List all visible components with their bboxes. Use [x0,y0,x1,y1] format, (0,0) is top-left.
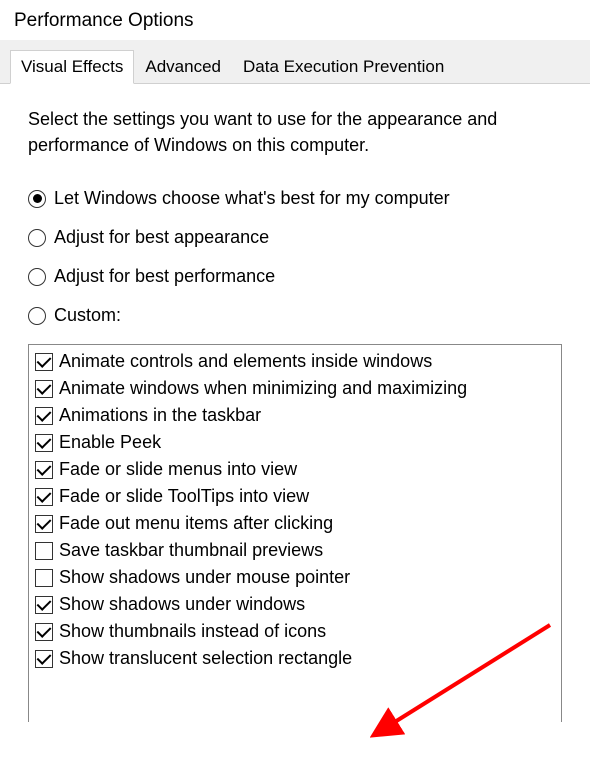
radio-label: Adjust for best appearance [54,227,269,248]
radio-best-appearance[interactable]: Adjust for best appearance [28,227,562,248]
tab-label: Advanced [145,57,221,76]
checkbox-icon [35,596,53,614]
checkbox-label: Fade or slide ToolTips into view [59,486,309,507]
checkbox-label: Show translucent selection rectangle [59,648,352,669]
tab-content: Select the settings you want to use for … [0,84,590,722]
checkbox-label: Animate controls and elements inside win… [59,351,432,372]
checkbox-fade-menus[interactable]: Fade or slide menus into view [35,459,557,480]
checkbox-label: Show shadows under mouse pointer [59,567,350,588]
checkbox-label: Animate windows when minimizing and maxi… [59,378,467,399]
checkbox-label: Fade out menu items after clicking [59,513,333,534]
checkbox-show-thumbnails[interactable]: Show thumbnails instead of icons [35,621,557,642]
checkbox-icon [35,515,53,533]
radio-label: Let Windows choose what's best for my co… [54,188,450,209]
settings-description: Select the settings you want to use for … [28,106,562,158]
checkbox-icon [35,650,53,668]
radio-best-performance[interactable]: Adjust for best performance [28,266,562,287]
radio-custom[interactable]: Custom: [28,305,562,326]
radio-icon [28,307,46,325]
checkbox-animations-taskbar[interactable]: Animations in the taskbar [35,405,557,426]
radio-icon [28,229,46,247]
checkbox-icon [35,542,53,560]
checkbox-translucent-selection[interactable]: Show translucent selection rectangle [35,648,557,669]
checkbox-label: Enable Peek [59,432,161,453]
window-title: Performance Options [0,0,590,40]
checkbox-animate-controls[interactable]: Animate controls and elements inside win… [35,351,557,372]
tab-dep[interactable]: Data Execution Prevention [232,50,455,83]
radio-label: Custom: [54,305,121,326]
tab-bar: Visual Effects Advanced Data Execution P… [0,40,590,84]
checkbox-fade-tooltips[interactable]: Fade or slide ToolTips into view [35,486,557,507]
checkbox-label: Show thumbnails instead of icons [59,621,326,642]
radio-label: Adjust for best performance [54,266,275,287]
tab-label: Data Execution Prevention [243,57,444,76]
checkbox-icon [35,569,53,587]
tab-visual-effects[interactable]: Visual Effects [10,50,134,84]
checkbox-icon [35,434,53,452]
checkbox-fade-menu-items[interactable]: Fade out menu items after clicking [35,513,557,534]
checkbox-label: Show shadows under windows [59,594,305,615]
tab-label: Visual Effects [21,57,123,76]
checkbox-label: Save taskbar thumbnail previews [59,540,323,561]
checkbox-label: Fade or slide menus into view [59,459,297,480]
checkbox-icon [35,407,53,425]
checkbox-save-taskbar-thumbnails[interactable]: Save taskbar thumbnail previews [35,540,557,561]
radio-icon [28,268,46,286]
checkbox-icon [35,488,53,506]
checkbox-icon [35,353,53,371]
radio-let-windows-choose[interactable]: Let Windows choose what's best for my co… [28,188,562,209]
checkbox-icon [35,380,53,398]
checkbox-icon [35,623,53,641]
checkbox-enable-peek[interactable]: Enable Peek [35,432,557,453]
checkbox-animate-windows[interactable]: Animate windows when minimizing and maxi… [35,378,557,399]
visual-effects-list[interactable]: Animate controls and elements inside win… [28,344,562,722]
radio-icon [28,190,46,208]
tab-advanced[interactable]: Advanced [134,50,232,83]
radio-group: Let Windows choose what's best for my co… [28,188,562,326]
checkbox-icon [35,461,53,479]
checkbox-shadows-windows[interactable]: Show shadows under windows [35,594,557,615]
checkbox-shadows-mouse[interactable]: Show shadows under mouse pointer [35,567,557,588]
checkbox-label: Animations in the taskbar [59,405,261,426]
